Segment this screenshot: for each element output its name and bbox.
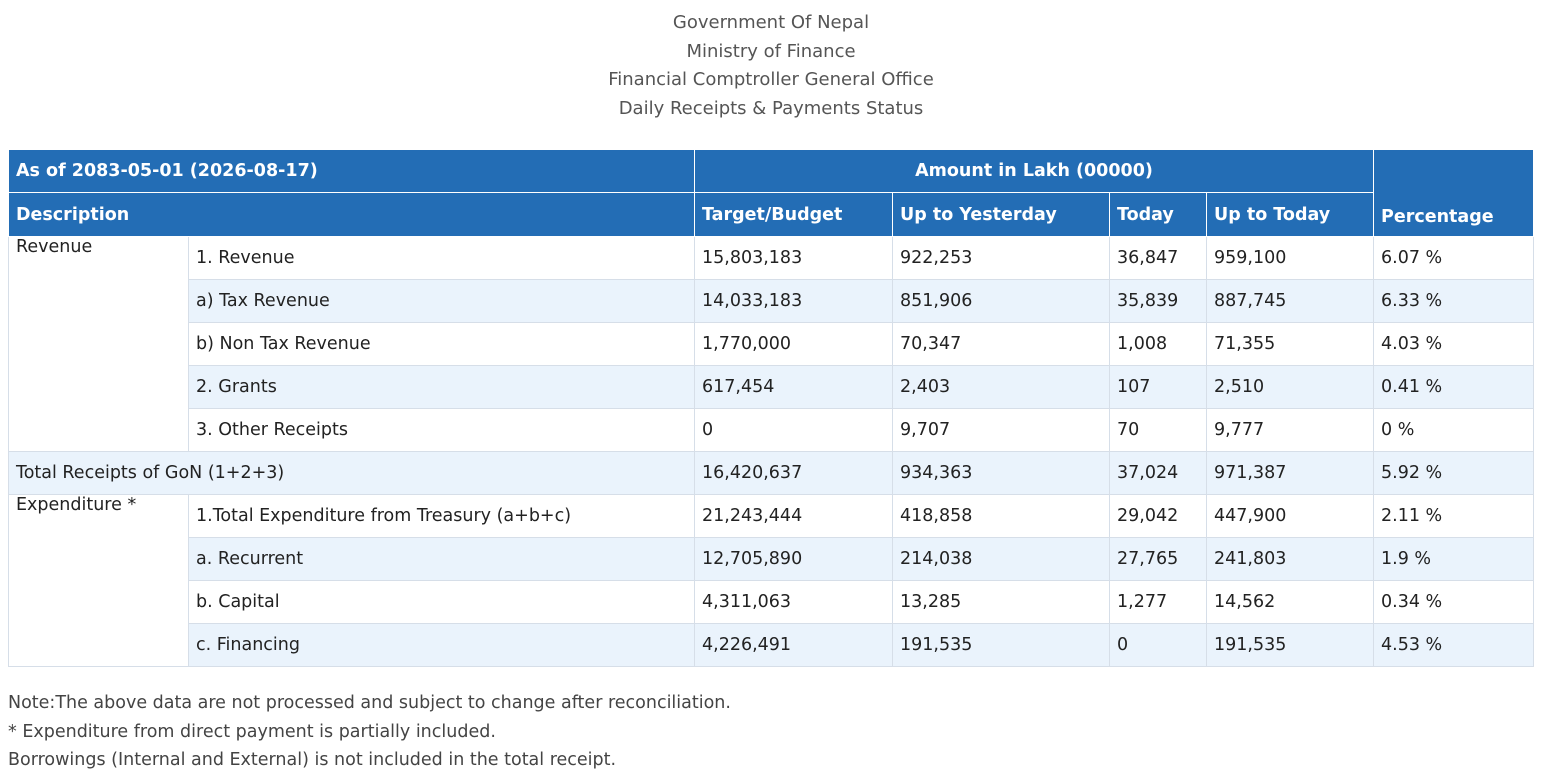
note-reconciliation: Note:The above data are not processed an… (8, 693, 731, 713)
up-to-today-header: Up to Today (1205, 192, 1375, 237)
row-label: a) Tax Revenue (188, 279, 695, 323)
target-cell: 16,420,637 (694, 451, 893, 495)
amount-unit-header: Amount in Lakh (00000) (693, 149, 1375, 193)
header-report-title: Daily Receipts & Payments Status (618, 97, 924, 119)
up-to-yesterday-header: Up to Yesterday (892, 192, 1110, 237)
percentage-cell: 1.9 % (1373, 537, 1535, 581)
row-label: a. Recurrent (188, 537, 695, 581)
today-cell: 70 (1109, 408, 1207, 452)
target-cell: 4,226,491 (694, 623, 893, 667)
footnotes: Note:The above data are not processed an… (8, 689, 731, 775)
target-cell: 14,033,183 (694, 279, 893, 323)
yesterday-cell: 922,253 (892, 236, 1110, 280)
today-cell: 0 (1109, 623, 1207, 667)
up-to-today-cell: 959,100 (1205, 236, 1375, 280)
expenditure-group-label: Expenditure * (8, 494, 189, 667)
note-direct-payment: * Expenditure from direct payment is par… (8, 721, 496, 742)
row-label: 3. Other Receipts (188, 408, 695, 452)
today-cell: 29,042 (1109, 494, 1207, 538)
yesterday-cell: 70,347 (892, 322, 1110, 366)
header-ministry: Ministry of Finance (686, 40, 856, 62)
today-cell: 37,024 (1109, 451, 1207, 495)
row-label: 1. Revenue (188, 236, 695, 280)
up-to-today-cell: 9,777 (1205, 408, 1375, 452)
target-cell: 1,770,000 (694, 322, 893, 366)
receipts-payments-table: As of 2083-05-01 (2026-08-17) Amount in … (8, 149, 1535, 667)
table-row: c. Financing 4,226,491 191,535 0 191,535… (9, 623, 1535, 667)
row-label: 2. Grants (188, 365, 695, 409)
up-to-today-cell: 2,510 (1205, 365, 1375, 409)
percentage-cell: 4.53 % (1373, 623, 1535, 667)
table-row: b) Non Tax Revenue 1,770,000 70,347 1,00… (9, 322, 1535, 366)
table-row: Revenue 1. Revenue 15,803,183 922,253 36… (8, 236, 1535, 452)
target-budget-header: Target/Budget (694, 192, 893, 237)
up-to-today-cell: 887,745 (1205, 279, 1375, 323)
table-row: a. Recurrent 12,705,890 214,038 27,765 2… (9, 537, 1535, 581)
yesterday-cell: 934,363 (892, 451, 1110, 495)
yesterday-cell: 2,403 (892, 365, 1110, 409)
total-receipts-label: Total Receipts of GoN (1+2+3) (8, 451, 695, 495)
target-cell: 21,243,444 (694, 494, 893, 538)
row-label: b. Capital (188, 580, 695, 624)
up-to-today-cell: 14,562 (1205, 580, 1375, 624)
percentage-cell: 2.11 % (1373, 494, 1535, 538)
yesterday-cell: 851,906 (892, 279, 1110, 323)
yesterday-cell: 191,535 (892, 623, 1110, 667)
yesterday-cell: 9,707 (892, 408, 1110, 452)
today-cell: 35,839 (1109, 279, 1207, 323)
header-office: Financial Comptroller General Office (608, 69, 934, 90)
target-cell: 15,803,183 (694, 236, 893, 280)
as-of-date-header: As of 2083-05-01 (2026-08-17) (8, 149, 695, 193)
revenue-group-label: Revenue (8, 236, 189, 452)
percentage-cell: 4.03 % (1373, 322, 1535, 366)
up-to-today-cell: 241,803 (1205, 537, 1375, 581)
today-cell: 27,765 (1109, 537, 1207, 581)
up-to-today-cell: 191,535 (1205, 623, 1375, 667)
percentage-cell: 0 % (1373, 408, 1535, 452)
target-cell: 0 (694, 408, 893, 452)
table-row: 2. Grants 617,454 2,403 107 2,510 0.41 % (9, 365, 1535, 409)
today-cell: 107 (1109, 365, 1207, 409)
today-cell: 36,847 (1109, 236, 1207, 280)
yesterday-cell: 13,285 (892, 580, 1110, 624)
row-label: b) Non Tax Revenue (188, 322, 695, 366)
report-header: Government Of Nepal Ministry of Finance … (0, 9, 1542, 123)
total-receipts-row: Total Receipts of GoN (1+2+3) 16,420,637… (8, 451, 1535, 495)
row-label: c. Financing (188, 623, 695, 667)
percentage-cell: 0.34 % (1373, 580, 1535, 624)
percentage-cell: 6.33 % (1373, 279, 1535, 323)
target-cell: 617,454 (694, 365, 893, 409)
yesterday-cell: 214,038 (892, 537, 1110, 581)
percentage-cell: 5.92 % (1373, 451, 1535, 495)
note-borrowings: Borrowings (Internal and External) is no… (8, 750, 617, 770)
today-cell: 1,277 (1109, 580, 1207, 624)
up-to-today-cell: 71,355 (1205, 322, 1375, 366)
table-row: b. Capital 4,311,063 13,285 1,277 14,562… (9, 580, 1535, 624)
up-to-today-cell: 971,387 (1205, 451, 1375, 495)
today-cell: 1,008 (1109, 322, 1207, 366)
table-row: 3. Other Receipts 0 9,707 70 9,777 0 % (9, 408, 1535, 452)
table-row: Expenditure * 1.Total Expenditure from T… (8, 494, 1535, 667)
up-to-today-cell: 447,900 (1205, 494, 1375, 538)
today-header: Today (1109, 192, 1207, 237)
target-cell: 12,705,890 (694, 537, 893, 581)
table-header-row-2: Description Target/Budget Up to Yesterda… (8, 192, 1534, 237)
header-government: Government Of Nepal (672, 12, 870, 33)
table-row: a) Tax Revenue 14,033,183 851,906 35,839… (9, 279, 1535, 323)
target-cell: 4,311,063 (694, 580, 893, 624)
yesterday-cell: 418,858 (892, 494, 1110, 538)
percentage-cell: 0.41 % (1373, 365, 1535, 409)
table-header-row-1: As of 2083-05-01 (2026-08-17) Amount in … (8, 149, 1535, 237)
percentage-header: Percentage (1373, 149, 1535, 237)
percentage-cell: 6.07 % (1373, 236, 1535, 280)
row-label: 1.Total Expenditure from Treasury (a+b+c… (188, 494, 695, 538)
description-header: Description (8, 192, 695, 237)
